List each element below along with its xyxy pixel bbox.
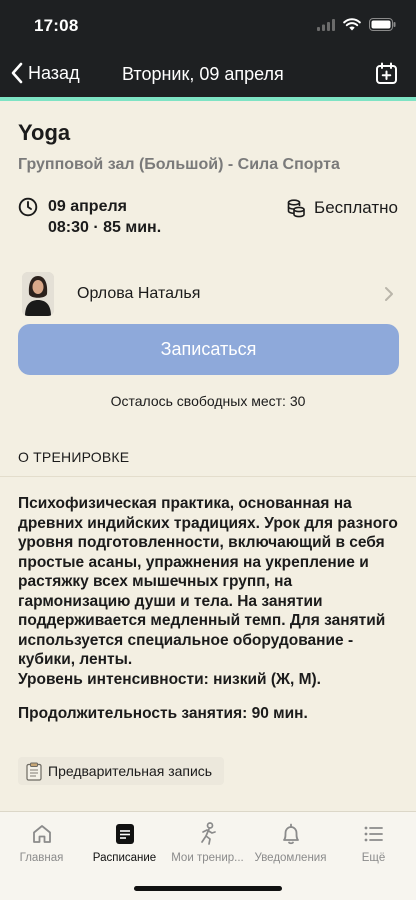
tab-more-label: Ещё (361, 852, 386, 864)
back-button[interactable]: Назад (10, 61, 80, 85)
price-label: Бесплатно (314, 198, 398, 217)
back-label: Назад (28, 62, 80, 83)
trainer-row[interactable]: Орлова Наталья (18, 270, 398, 318)
status-icons (317, 18, 396, 31)
wifi-icon (343, 18, 361, 31)
chevron-left-icon (11, 62, 23, 84)
schedule-icon (115, 824, 134, 844)
prebook-badge: Предварительная запись (18, 757, 225, 785)
home-icon (32, 825, 51, 843)
prebook-label: Предварительная запись (48, 763, 213, 779)
bell-icon (282, 823, 299, 845)
trainer-name: Орлова Наталья (77, 285, 201, 302)
tab-notifications[interactable]: Уведомления (249, 822, 332, 864)
section-divider (0, 476, 416, 477)
event-time-duration: 08:30 · 85 мин. (48, 219, 162, 236)
workout-duration: Продолжительность занятия: 90 мин. (18, 705, 308, 722)
clipboard-icon (26, 762, 42, 781)
signal-icon (317, 18, 335, 31)
signup-button[interactable]: Записаться (18, 324, 399, 375)
status-bar: 17:08 (0, 0, 416, 52)
tab-home-label: Главная (19, 852, 64, 864)
about-section-title: О ТРЕНИРОВКЕ (18, 449, 130, 465)
event-title: Yoga (18, 120, 71, 145)
tab-schedule-label: Расписание (92, 852, 157, 864)
trainer-avatar (22, 272, 54, 316)
clock-icon (18, 197, 38, 217)
battery-icon (369, 18, 396, 31)
home-indicator (134, 886, 282, 891)
event-place: Групповой зал (Большой) - Сила Спорта (18, 156, 340, 173)
accent-divider (0, 97, 416, 101)
nav-bar: Назад Вторник, 09 апреля (0, 52, 416, 97)
tab-more[interactable]: Ещё (332, 822, 415, 864)
list-icon (364, 826, 383, 842)
coins-icon (287, 199, 305, 218)
calendar-button[interactable] (375, 62, 398, 90)
tab-my-workouts[interactable]: Мои тренир... (166, 822, 249, 864)
runner-icon (200, 822, 216, 845)
calendar-add-icon (376, 62, 397, 84)
trainer-photo (22, 272, 54, 316)
tab-my-workouts-label: Мои тренир... (171, 852, 244, 864)
tab-home[interactable]: Главная (0, 822, 83, 864)
status-time: 17:08 (34, 16, 79, 35)
page-title: Вторник, 09 апреля (122, 64, 284, 84)
event-price: Бесплатно (286, 198, 398, 218)
event-date: 09 апреля (48, 198, 127, 215)
workout-description: Психофизическая практика, основанная на … (18, 495, 398, 688)
tab-notifications-label: Уведомления (254, 852, 327, 864)
chevron-right-icon (385, 287, 393, 301)
free-seats-text: Осталось свободных мест: 30 (110, 393, 306, 409)
tab-schedule[interactable]: Расписание (83, 822, 166, 864)
